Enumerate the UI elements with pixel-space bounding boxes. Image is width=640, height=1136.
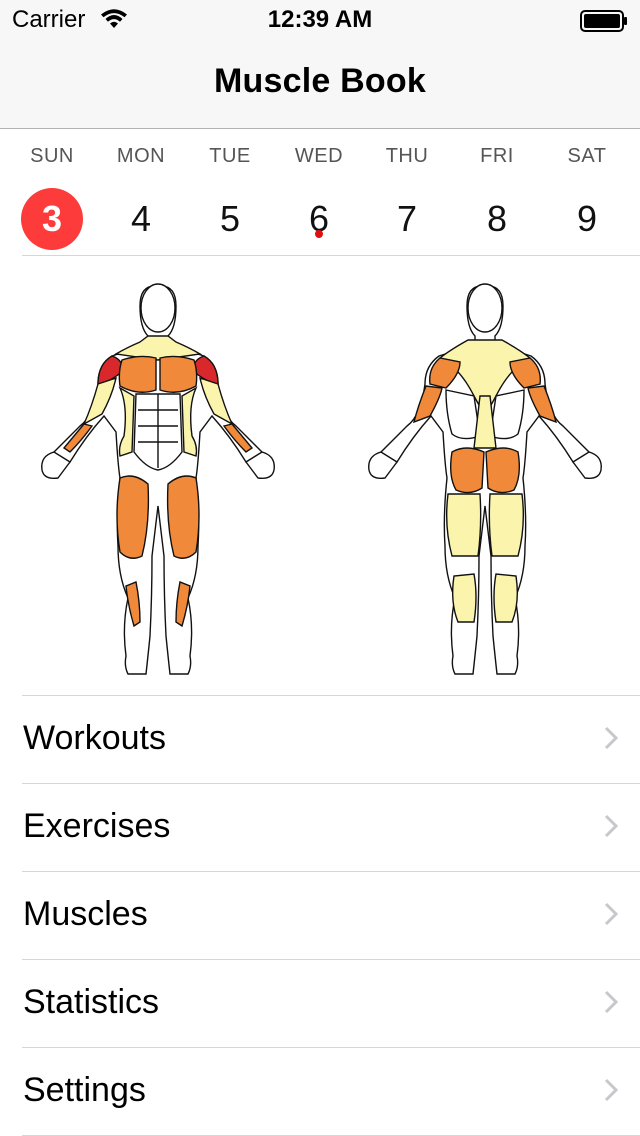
menu-item-muscles[interactable]: Muscles	[22, 872, 640, 960]
day-thu[interactable]: THU 7	[363, 129, 451, 255]
day-sun[interactable]: SUN 3	[8, 129, 96, 255]
day-number-selected: 3	[21, 188, 83, 250]
menu-item-label: Exercises	[23, 807, 171, 845]
menu-item-statistics[interactable]: Statistics	[22, 960, 640, 1048]
chevron-right-icon	[604, 1078, 618, 1102]
day-name: THU	[385, 145, 429, 167]
day-number: 6	[308, 198, 330, 239]
navigation-bar: Muscle Book	[0, 40, 640, 129]
chevron-right-icon	[604, 902, 618, 926]
menu-item-exercises[interactable]: Exercises	[22, 784, 640, 872]
status-time: 12:39 AM	[267, 6, 373, 33]
front-body-figure	[41, 283, 275, 675]
day-name: FRI	[480, 145, 514, 167]
day-tue[interactable]: TUE 5	[186, 129, 274, 255]
day-mon[interactable]: MON 4	[97, 129, 185, 255]
menu-item-label: Workouts	[23, 719, 166, 757]
chevron-right-icon	[604, 990, 618, 1014]
chevron-right-icon	[604, 726, 618, 750]
day-name: TUE	[209, 145, 251, 167]
menu-item-label: Statistics	[23, 983, 160, 1021]
day-number: 4	[130, 198, 152, 239]
day-sat[interactable]: SAT 9	[543, 129, 631, 255]
main-menu: Workouts Exercises Muscles Statistics Se…	[0, 696, 640, 1136]
menu-item-label: Muscles	[23, 895, 148, 933]
day-name: SUN	[30, 145, 74, 167]
day-number: 5	[219, 198, 241, 239]
menu-item-settings[interactable]: Settings	[22, 1048, 640, 1136]
muscle-map: .ol { stroke:#111; stroke-width:1.4; }	[41, 283, 602, 675]
day-number: 7	[396, 198, 418, 239]
day-number: 9	[576, 198, 598, 239]
battery-icon	[580, 10, 627, 32]
day-name: MON	[116, 145, 166, 167]
chevron-right-icon	[604, 814, 618, 838]
menu-item-workouts[interactable]: Workouts	[22, 696, 640, 784]
day-fri[interactable]: FRI 8	[453, 129, 541, 255]
back-body-figure	[368, 283, 602, 675]
status-bar: Carrier 12:39 AM	[0, 0, 640, 40]
workout-indicator-dot	[315, 230, 323, 238]
page-title: Muscle Book	[214, 62, 426, 100]
menu-item-label: Settings	[23, 1071, 146, 1109]
day-name: SAT	[567, 145, 607, 167]
day-name: WED	[294, 145, 344, 167]
day-number: 8	[486, 198, 508, 239]
